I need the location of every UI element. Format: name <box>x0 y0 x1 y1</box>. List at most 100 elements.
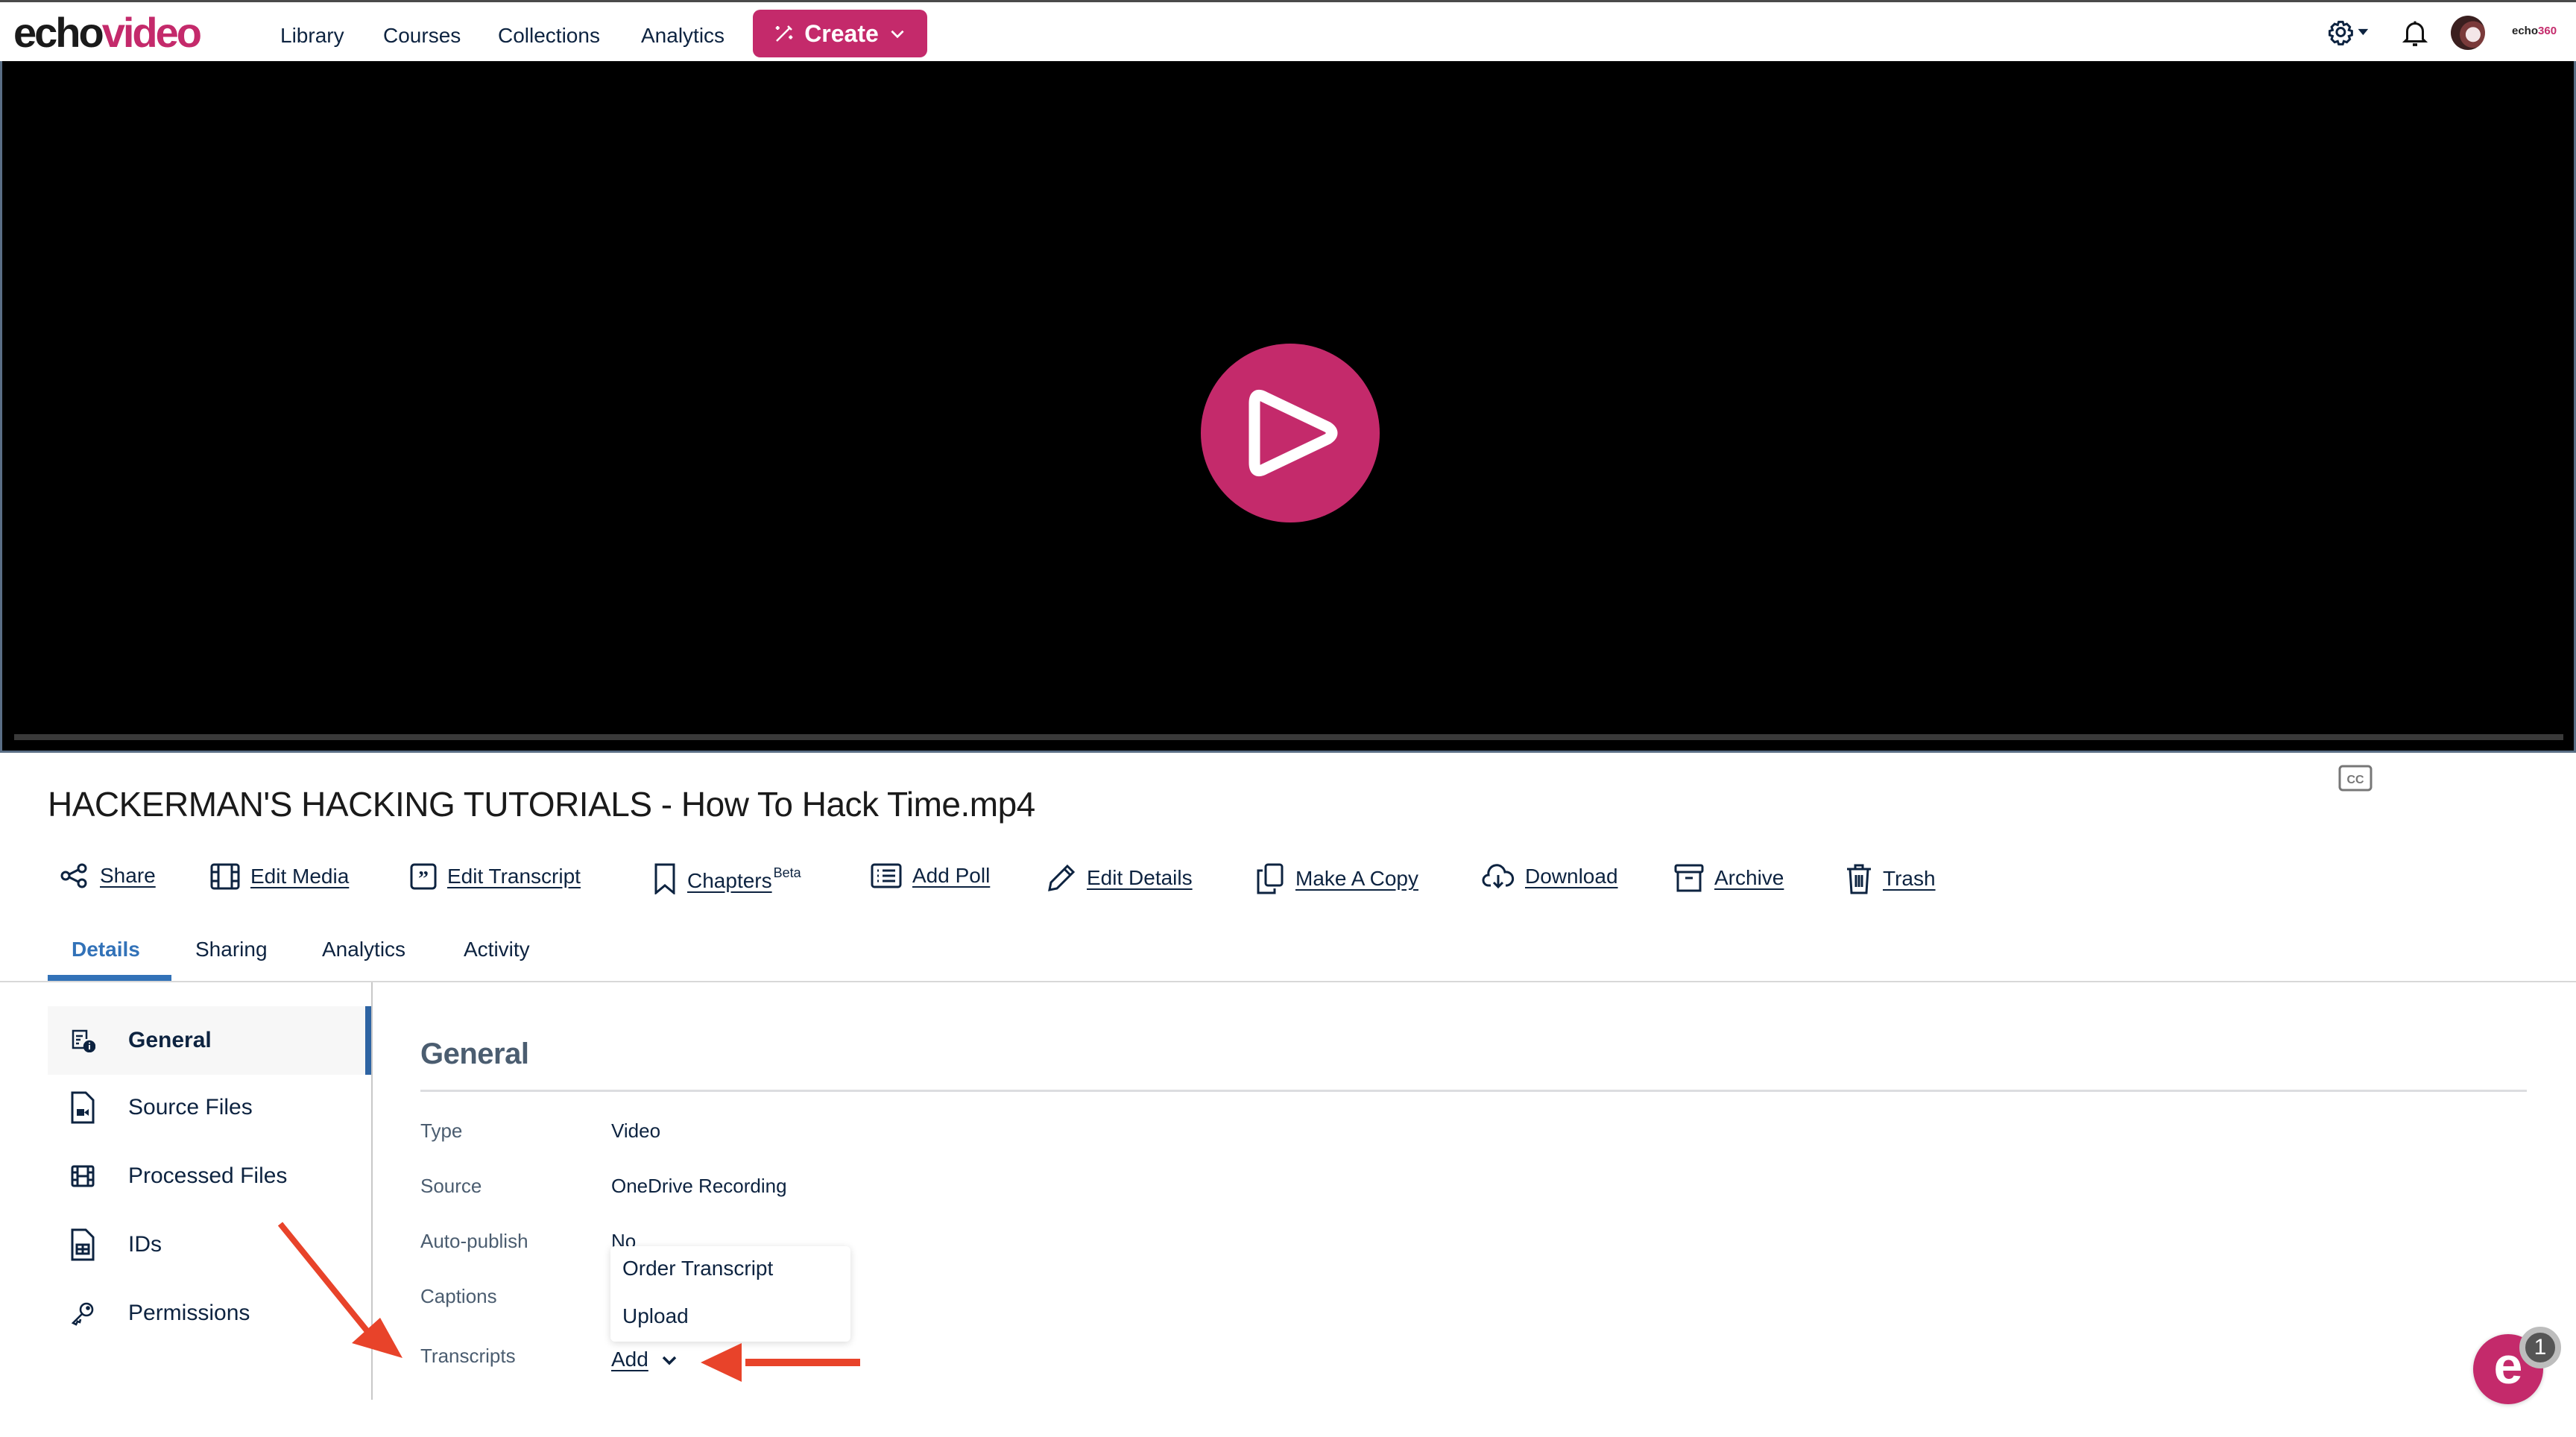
chapters-button[interactable]: Chapters Beta <box>653 863 801 894</box>
edit-transcript-label: Edit Transcript <box>447 865 581 888</box>
bell-icon <box>2402 21 2428 46</box>
edit-transcript-button[interactable]: ” Edit Transcript <box>410 863 581 890</box>
edit-details-label: Edit Details <box>1087 866 1193 889</box>
quote-icon: ” <box>410 863 437 890</box>
menu-item-upload[interactable]: Upload <box>622 1304 689 1328</box>
fullscreen-button[interactable] <box>2520 765 2550 795</box>
big-play-button[interactable] <box>1201 344 1380 522</box>
chapters-label: Chapters Beta <box>687 865 801 893</box>
edit-media-label: Edit Media <box>250 865 350 888</box>
edit-details-button[interactable]: Edit Details <box>1046 863 1193 893</box>
key-icon <box>71 1302 94 1326</box>
list-icon <box>871 863 902 888</box>
beta-badge: Beta <box>773 865 801 880</box>
film-icon <box>210 863 240 890</box>
archive-label: Archive <box>1714 866 1784 889</box>
menu-item-order-transcript[interactable]: Order Transcript <box>622 1257 773 1280</box>
svg-text:CC: CC <box>2346 774 2364 786</box>
share-label: Share <box>100 864 156 887</box>
section-divider <box>420 1090 2527 1092</box>
sidebar-label-general: General <box>128 1028 212 1052</box>
player-settings-button[interactable] <box>2460 762 2493 798</box>
sidebar-item-general[interactable]: General <box>70 1024 212 1057</box>
user-avatar[interactable] <box>2451 16 2485 50</box>
chevron-down-icon <box>662 1356 677 1365</box>
playback-speed-button[interactable]: 1x <box>2404 763 2428 789</box>
add-poll-label: Add Poll <box>912 864 991 887</box>
trash-icon <box>1847 864 1871 894</box>
nav-analytics[interactable]: Analytics <box>641 23 724 48</box>
copy-icon <box>1257 863 1284 894</box>
closed-captions-icon: CC <box>2338 765 2373 792</box>
archive-box-icon <box>1674 864 1704 892</box>
brand-360: 360 <box>2538 25 2557 37</box>
pencil-icon <box>1048 864 1076 891</box>
annotation-arrow-horizontal <box>701 1343 860 1382</box>
source-value: OneDrive Recording <box>611 1175 787 1197</box>
share-icon <box>60 863 87 888</box>
nav-courses[interactable]: Courses <box>383 23 461 48</box>
captions-label: Captions <box>420 1285 497 1307</box>
notification-count-badge: 1 <box>2519 1327 2561 1368</box>
brand-echo: echo <box>2512 25 2539 37</box>
source-label: Source <box>420 1175 482 1197</box>
download-label: Download <box>1525 865 1618 888</box>
progress-bar[interactable] <box>14 734 2563 740</box>
sidebar-label-permissions: Permissions <box>128 1301 250 1325</box>
video-player[interactable]: 0:00/3:44 CC 1x <box>0 61 2576 793</box>
auto-publish-label: Auto-publish <box>420 1230 528 1252</box>
create-button[interactable]: Create <box>753 10 927 57</box>
add-transcript-link[interactable]: Add <box>611 1348 648 1371</box>
sidebar-label-source-files: Source Files <box>128 1095 253 1119</box>
share-button[interactable]: Share <box>60 863 156 888</box>
sidebar-label-processed-files: Processed Files <box>128 1163 288 1188</box>
download-button[interactable]: Download <box>1482 863 1618 890</box>
make-copy-button[interactable]: Make A Copy <box>1255 863 1418 894</box>
bookmark-icon <box>654 863 675 894</box>
sidebar-item-ids[interactable]: IDs <box>70 1228 162 1261</box>
echovideo-logo[interactable]: echovideo <box>13 9 202 56</box>
transcripts-label: Transcripts <box>420 1345 516 1367</box>
tab-sharing[interactable]: Sharing <box>195 938 268 961</box>
echo360-brand: echo360 <box>2512 25 2557 37</box>
trash-label: Trash <box>1883 867 1936 890</box>
settings-menu-button[interactable] <box>2328 16 2373 52</box>
nav-library[interactable]: Library <box>280 23 344 48</box>
captions-button[interactable]: CC <box>2338 765 2373 795</box>
tab-details[interactable]: Details <box>72 938 140 961</box>
sidebar-item-processed-files[interactable]: Processed Files <box>70 1160 287 1193</box>
chapters-text: Chapters <box>687 868 772 892</box>
trash-button[interactable]: Trash <box>1846 863 1936 894</box>
edit-media-button[interactable]: Edit Media <box>210 863 349 890</box>
sidebar-item-source-files[interactable]: Source Files <box>70 1091 253 1124</box>
notifications-button[interactable] <box>2402 19 2428 52</box>
active-tab-indicator <box>48 975 171 981</box>
top-nav-bar: echovideo Library Courses Collections An… <box>0 0 2576 61</box>
type-value: Video <box>611 1119 661 1142</box>
logo-echo: echo <box>13 9 104 56</box>
play-icon <box>1248 389 1338 477</box>
make-copy-label: Make A Copy <box>1295 867 1418 890</box>
gear-icon <box>2328 20 2369 45</box>
sidebar-item-permissions[interactable]: Permissions <box>70 1297 250 1330</box>
video-file-icon <box>71 1091 95 1124</box>
film-icon <box>71 1165 95 1187</box>
archive-button[interactable]: Archive <box>1674 863 1784 893</box>
chevron-down-icon <box>891 30 904 39</box>
nav-collections[interactable]: Collections <box>498 23 600 48</box>
spreadsheet-file-icon <box>71 1228 95 1261</box>
logo-video: video <box>101 9 202 56</box>
create-label: Create <box>804 19 879 47</box>
tab-analytics[interactable]: Analytics <box>322 938 405 961</box>
tab-activity[interactable]: Activity <box>464 938 530 961</box>
section-title: General <box>420 1038 529 1070</box>
sidebar-label-ids: IDs <box>128 1232 162 1257</box>
media-title: HACKERMAN'S HACKING TUTORIALS - How To H… <box>48 785 1035 824</box>
type-label: Type <box>420 1119 463 1142</box>
transcript-add-dropdown: Order Transcript Upload <box>610 1246 850 1342</box>
add-poll-button[interactable]: Add Poll <box>871 863 990 888</box>
document-info-icon <box>72 1029 95 1052</box>
magic-wand-icon <box>775 25 793 42</box>
add-transcript-toggle[interactable] <box>660 1352 678 1372</box>
sidebar-active-indicator <box>365 1006 371 1075</box>
